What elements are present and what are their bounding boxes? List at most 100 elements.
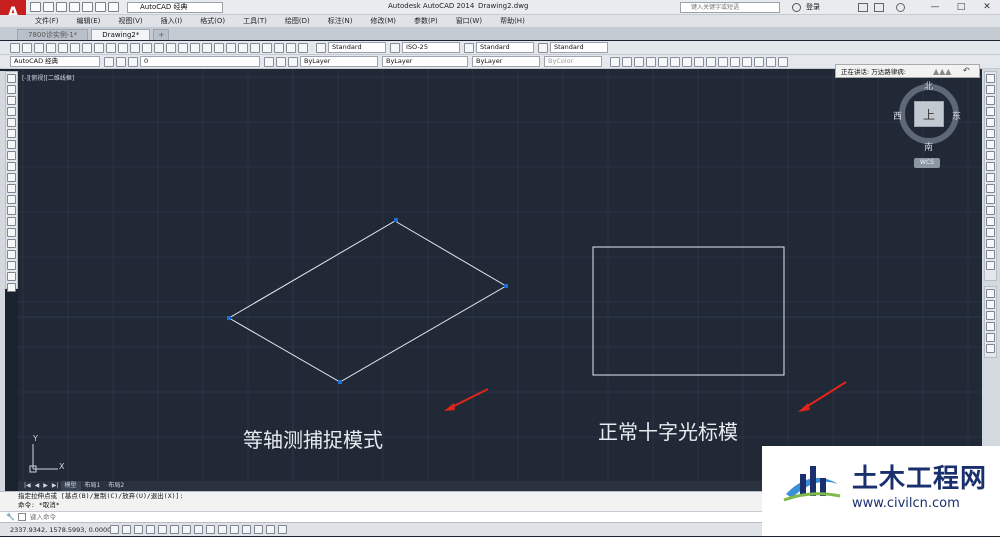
selection-cycling-icon[interactable] — [266, 525, 275, 534]
pan-icon[interactable] — [178, 42, 188, 53]
text-to-front-icon[interactable] — [986, 333, 995, 342]
layer-manager-icon[interactable] — [116, 56, 126, 67]
3d-dwf-icon[interactable] — [82, 42, 92, 53]
save-icon[interactable] — [56, 2, 67, 12]
recent-commands-icon[interactable] — [18, 513, 26, 521]
lineweight-select[interactable]: ByLayer — [472, 56, 540, 67]
open-file-icon[interactable] — [43, 2, 54, 12]
snap-mode-icon[interactable] — [122, 525, 131, 534]
bring-above-icon[interactable] — [986, 311, 995, 320]
menu-file[interactable]: 文件(F) — [26, 15, 68, 27]
ellipse-icon[interactable] — [7, 173, 16, 182]
chamfer-icon[interactable] — [986, 228, 995, 237]
lineweight-display-icon[interactable] — [230, 525, 239, 534]
tolerance-icon[interactable] — [766, 56, 776, 67]
grip-right[interactable] — [504, 284, 508, 288]
menu-parameter[interactable]: 参数(P) — [405, 15, 447, 27]
polyline-icon[interactable] — [7, 96, 16, 105]
table-style-select[interactable]: Standard — [476, 42, 534, 53]
login-button[interactable]: 登录 — [806, 2, 820, 12]
calculator-icon[interactable] — [286, 42, 296, 53]
tab-layout1[interactable]: 布局1 — [81, 481, 105, 491]
layer-previous-icon[interactable] — [276, 56, 286, 67]
trim-icon[interactable] — [986, 173, 995, 182]
open-icon[interactable] — [22, 42, 32, 53]
markup-icon[interactable] — [274, 42, 284, 53]
grip-left[interactable] — [227, 316, 231, 320]
rectangle-icon[interactable] — [7, 118, 16, 127]
menu-window[interactable]: 窗口(W) — [447, 15, 491, 27]
compass-south[interactable]: 南 — [924, 140, 933, 153]
previous-layout-icon[interactable]: ◀ — [33, 481, 42, 491]
maximize-button[interactable]: □ — [948, 0, 974, 14]
compass-north[interactable]: 北 — [924, 79, 933, 92]
first-layout-icon[interactable]: |◀ — [22, 481, 33, 491]
send-under-icon[interactable] — [986, 322, 995, 331]
jogged-icon[interactable] — [670, 56, 680, 67]
copy-icon[interactable] — [106, 42, 116, 53]
close-button[interactable]: ✕ — [974, 0, 1000, 14]
compass-east[interactable]: 东 — [952, 109, 961, 122]
annotation-monitor-icon[interactable] — [278, 525, 287, 534]
new-file-icon[interactable] — [30, 2, 41, 12]
circle-icon[interactable] — [7, 140, 16, 149]
tool-palettes-icon[interactable] — [250, 42, 260, 53]
object-snap-tracking-icon[interactable] — [194, 525, 203, 534]
make-block-icon[interactable] — [7, 206, 16, 215]
mirror-icon[interactable] — [986, 96, 995, 105]
menu-insert[interactable]: 插入(I) — [152, 15, 192, 27]
scale-icon[interactable] — [986, 151, 995, 160]
next-layout-icon[interactable]: ▶ — [41, 481, 50, 491]
tab-7800[interactable]: 7800诊实例-1* — [17, 29, 89, 40]
dim-space-icon[interactable] — [742, 56, 752, 67]
break-at-point-icon[interactable] — [986, 195, 995, 204]
fillet-icon[interactable] — [986, 239, 995, 248]
construction-line-icon[interactable] — [7, 85, 16, 94]
line-icon[interactable] — [7, 74, 16, 83]
exchange-icon[interactable] — [858, 3, 868, 12]
insert-block-icon[interactable] — [7, 195, 16, 204]
menu-tools[interactable]: 工具(T) — [234, 15, 276, 27]
menu-modify[interactable]: 修改(M) — [361, 15, 405, 27]
tab-drawing2[interactable]: Drawing2* — [91, 29, 151, 40]
redo-icon[interactable] — [166, 42, 176, 53]
coordinate-readout[interactable]: 2337.9342, 1578.5993, 0.0000 — [0, 523, 111, 537]
design-center-icon[interactable] — [238, 42, 248, 53]
text-style-select[interactable]: Standard — [328, 42, 386, 53]
center-mark-icon[interactable] — [778, 56, 788, 67]
menu-help[interactable]: 帮助(H) — [491, 15, 534, 27]
3d-object-snap-icon[interactable] — [182, 525, 191, 534]
make-current-icon[interactable] — [264, 56, 274, 67]
menu-dimension[interactable]: 标注(N) — [319, 15, 362, 27]
dynamic-ucs-icon[interactable] — [206, 525, 215, 534]
menu-edit[interactable]: 编辑(E) — [68, 15, 110, 27]
add-selected-icon[interactable] — [7, 283, 16, 292]
viewcube-top-face[interactable]: 上 — [914, 101, 944, 127]
break-icon[interactable] — [986, 206, 995, 215]
quick-dim-icon[interactable] — [706, 56, 716, 67]
user-icon[interactable] — [792, 3, 801, 12]
help-icon[interactable] — [896, 3, 905, 12]
wcs-menu[interactable]: WCS — [914, 158, 940, 168]
arc-icon[interactable] — [7, 129, 16, 138]
blend-curves-icon[interactable] — [986, 250, 995, 259]
dynamic-input-icon[interactable] — [218, 525, 227, 534]
polar-tracking-icon[interactable] — [158, 525, 167, 534]
spline-icon[interactable] — [7, 162, 16, 171]
region-icon[interactable] — [7, 250, 16, 259]
angular-icon[interactable] — [694, 56, 704, 67]
explode-icon[interactable] — [986, 261, 995, 270]
zoom-realtime-icon[interactable] — [190, 42, 200, 53]
match-properties-icon[interactable] — [130, 42, 140, 53]
workspace-select[interactable]: AutoCAD 经典 — [127, 2, 223, 13]
save-icon[interactable] — [34, 42, 44, 53]
zoom-window-icon[interactable] — [202, 42, 212, 53]
copy-object-icon[interactable] — [986, 85, 995, 94]
viewport-controls[interactable]: [-][俯视][二维线框] — [22, 73, 74, 82]
tooltip-back-icon[interactable]: ↶ — [963, 66, 975, 76]
quick-properties-icon[interactable] — [254, 525, 263, 534]
layer-select[interactable]: 0 — [140, 56, 260, 67]
stretch-icon[interactable] — [986, 162, 995, 171]
dim-break-icon[interactable] — [754, 56, 764, 67]
workspace-settings-icon[interactable] — [104, 56, 114, 67]
